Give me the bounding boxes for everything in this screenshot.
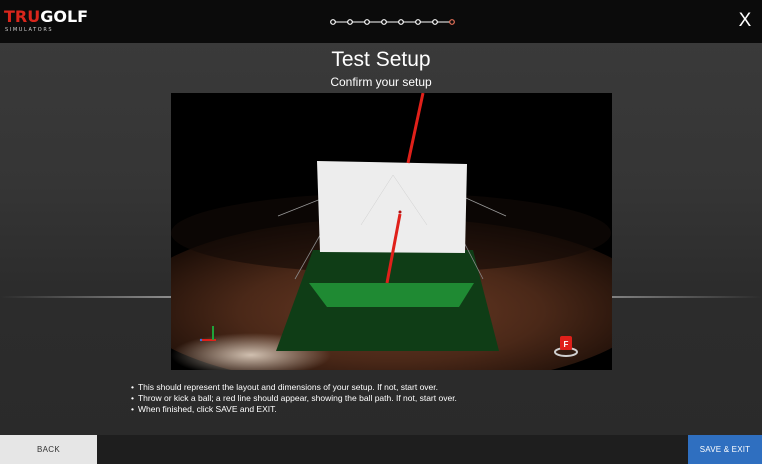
setup-3d-preview: F: [171, 93, 612, 370]
save-exit-button[interactable]: SAVE & EXIT: [688, 435, 762, 464]
logo-subtext: SIMULATORS: [5, 27, 54, 33]
step-progress-indicator: [330, 19, 455, 25]
step-dot: [415, 19, 421, 25]
page-subtitle: Confirm your setup: [330, 75, 432, 89]
logo-wordmark: TRUGOLF: [4, 8, 88, 26]
instruction-item: This should represent the layout and dim…: [131, 382, 651, 393]
logo-text-red: TRU: [4, 7, 41, 26]
step-dot: [347, 19, 353, 25]
top-bar: TRUGOLF SIMULATORS X: [0, 0, 762, 43]
step-dot: [330, 19, 336, 25]
step-dot-active: [449, 19, 455, 25]
preview-scene-svg: F: [171, 93, 612, 370]
logo-text-white: GOLF: [40, 7, 89, 26]
step-dot: [398, 19, 404, 25]
step-dot: [432, 19, 438, 25]
tee-box: [309, 283, 474, 307]
step-dot: [381, 19, 387, 25]
bottom-bar: BACK SAVE & EXIT: [0, 435, 762, 464]
impact-screen: [317, 161, 467, 253]
page-title: Test Setup: [331, 48, 431, 71]
instruction-item: When finished, click SAVE and EXIT.: [131, 404, 651, 415]
close-button[interactable]: X: [734, 8, 756, 34]
ball-impact-point: [398, 210, 402, 214]
instruction-item: Throw or kick a ball; a red line should …: [131, 393, 651, 404]
instructions-list: This should represent the layout and dim…: [131, 382, 651, 415]
test-setup-screen: TRUGOLF SIMULATORS X Test Setup Confirm …: [0, 0, 762, 464]
step-dot: [364, 19, 370, 25]
back-button[interactable]: BACK: [0, 435, 97, 464]
flag-marker-label: F: [564, 340, 569, 349]
trugolf-logo: TRUGOLF SIMULATORS: [4, 8, 90, 36]
